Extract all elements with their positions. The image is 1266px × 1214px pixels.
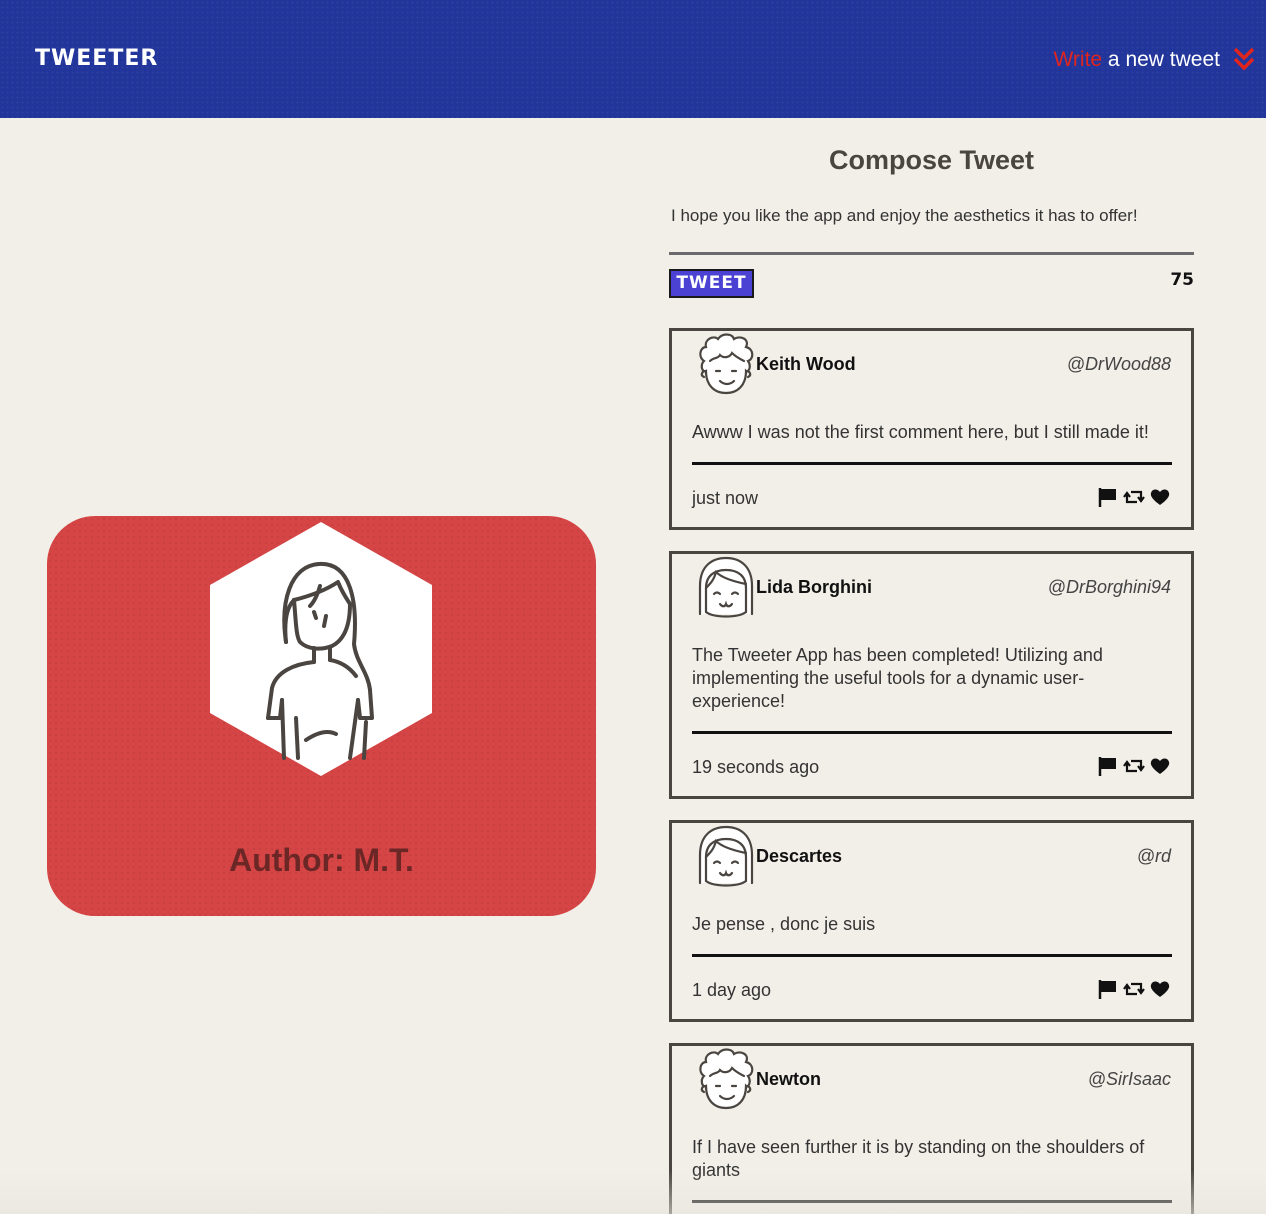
author-card: Author: M.T. bbox=[47, 516, 596, 916]
tweet-actions bbox=[1097, 486, 1171, 508]
tweet-author-name: Lida Borghini bbox=[756, 577, 872, 597]
heart-icon[interactable] bbox=[1149, 486, 1171, 508]
tweet-handle[interactable]: @SirIsaac bbox=[1088, 1069, 1171, 1090]
retweet-icon[interactable] bbox=[1123, 486, 1145, 508]
bob-hair-avatar-icon bbox=[698, 825, 754, 887]
tweet-handle[interactable]: @DrWood88 bbox=[1067, 354, 1171, 375]
tweet-card: Descartes @rd Je pense , donc je suis 1 … bbox=[669, 820, 1194, 1022]
tweet-author-name: Descartes bbox=[756, 846, 843, 866]
flag-icon[interactable] bbox=[1097, 486, 1119, 508]
compose-divider bbox=[669, 252, 1194, 255]
top-nav: TWEETER Write a new tweet bbox=[0, 0, 1266, 118]
tweet-timestamp: 19 seconds ago bbox=[692, 757, 820, 777]
char-counter: 75 bbox=[1170, 270, 1194, 290]
double-chevron-down-icon[interactable] bbox=[1232, 46, 1256, 72]
tweet-body: Je pense , donc je suis bbox=[692, 914, 876, 934]
tweet-divider bbox=[692, 954, 1172, 957]
tweet-button[interactable]: TWEET bbox=[669, 269, 754, 298]
flag-icon[interactable] bbox=[1097, 755, 1119, 777]
tweet-author-name: Newton bbox=[756, 1069, 821, 1089]
write-rest-text: a new tweet bbox=[1102, 48, 1220, 71]
retweet-icon[interactable] bbox=[1123, 978, 1145, 1000]
brand-logo[interactable]: TWEETER bbox=[35, 46, 158, 71]
heart-icon[interactable] bbox=[1149, 978, 1171, 1000]
tweet-actions bbox=[1097, 978, 1171, 1000]
tweet-timestamp: 1 day ago bbox=[692, 980, 772, 1000]
tweet-card: Newton @SirIsaac If I have seen further … bbox=[669, 1043, 1194, 1214]
author-name: Author: M.T. bbox=[229, 842, 414, 878]
tweet-body: Awww I was not the first comment here, b… bbox=[692, 422, 1149, 442]
woman-avatar-icon bbox=[210, 522, 432, 776]
tweet-body: The Tweeter App has been completed! Util… bbox=[692, 645, 1103, 711]
tweet-body: If I have seen further it is by standing… bbox=[692, 1137, 1145, 1180]
tweet-handle[interactable]: @DrBorghini94 bbox=[1048, 577, 1171, 598]
tweet-divider bbox=[692, 462, 1172, 465]
curly-hair-avatar-icon bbox=[699, 1048, 754, 1110]
compose-title: Compose Tweet bbox=[828, 145, 1035, 175]
retweet-icon[interactable] bbox=[1123, 755, 1145, 777]
tweet-card: Lida Borghini @DrBorghini94 The Tweeter … bbox=[669, 551, 1194, 799]
write-accent-text: Write bbox=[1053, 48, 1103, 71]
tweet-author-name: Keith Wood bbox=[756, 354, 856, 374]
tweet-handle[interactable]: @rd bbox=[1137, 846, 1171, 867]
tweet-divider bbox=[692, 1200, 1172, 1203]
compose-textarea[interactable]: I hope you like the app and enjoy the ae… bbox=[671, 206, 1194, 246]
curly-hair-avatar-icon bbox=[699, 333, 754, 395]
flag-icon[interactable] bbox=[1097, 978, 1119, 1000]
write-new-tweet-link[interactable]: Write a new tweet bbox=[1053, 48, 1220, 72]
tweet-actions bbox=[1097, 755, 1171, 777]
bob-hair-avatar-icon bbox=[698, 556, 754, 618]
tweet-timestamp: just now bbox=[692, 488, 759, 508]
tweet-card: Keith Wood @DrWood88 Awww I was not the … bbox=[669, 328, 1194, 530]
tweet-divider bbox=[692, 731, 1172, 734]
heart-icon[interactable] bbox=[1149, 755, 1171, 777]
